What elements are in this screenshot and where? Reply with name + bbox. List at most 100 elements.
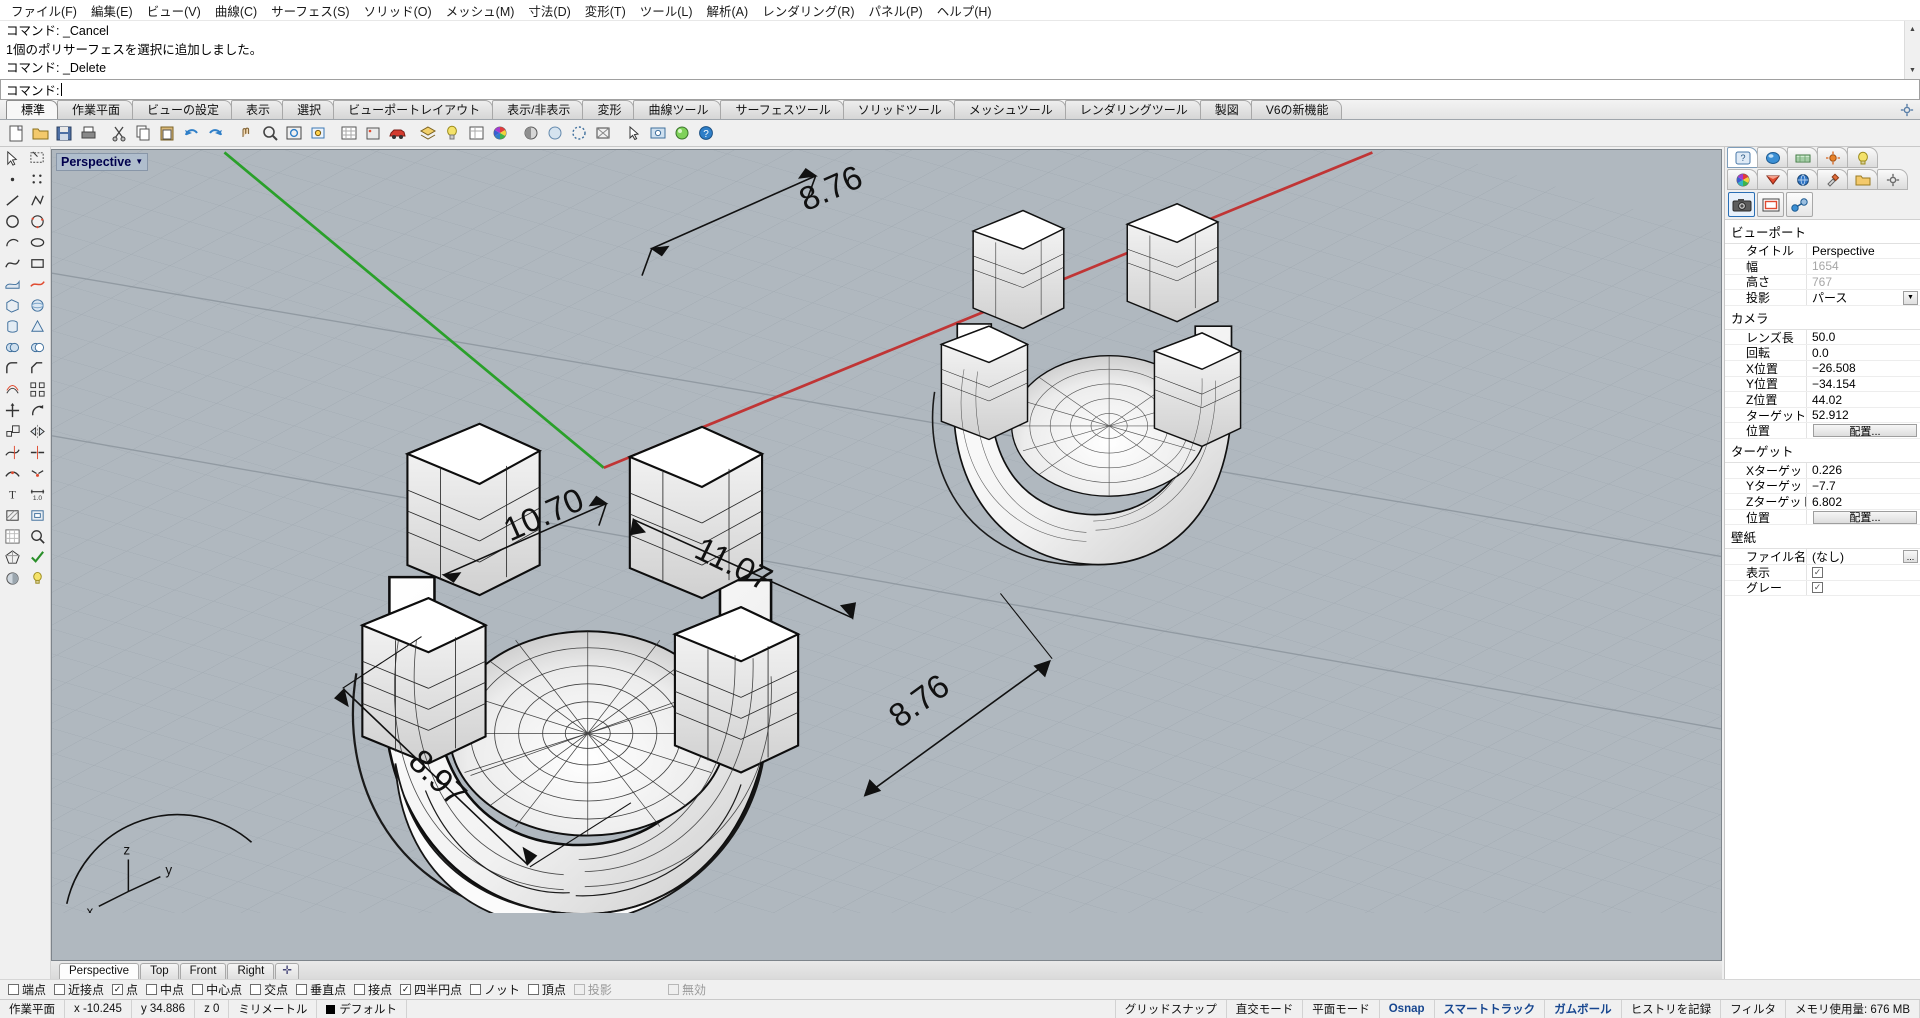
material-panel-icon[interactable] <box>1757 169 1788 190</box>
status-toggle-スマートトラック[interactable]: スマートトラック <box>1435 1000 1546 1018</box>
properties-icon[interactable] <box>464 121 487 144</box>
zoom-selected-icon[interactable] <box>306 121 329 144</box>
mirror-icon[interactable] <box>27 422 49 442</box>
move-icon[interactable] <box>2 401 24 421</box>
offset-icon[interactable] <box>2 380 24 400</box>
view-mode-button[interactable] <box>1757 192 1784 217</box>
status-units[interactable]: ミリメートル <box>229 1000 318 1018</box>
property-value[interactable]: 0.0 <box>1807 345 1920 360</box>
property-value[interactable]: (なし)... <box>1807 549 1920 564</box>
object-mode-button[interactable] <box>1786 192 1813 217</box>
property-value[interactable]: 44.02 <box>1807 392 1920 407</box>
place-button[interactable]: 配置... <box>1813 424 1917 438</box>
point-icon[interactable] <box>2 170 24 190</box>
wireframe-icon[interactable] <box>591 121 614 144</box>
menu-dimension[interactable]: 寸法(D) <box>521 0 577 22</box>
status-toggle-平面モード[interactable]: 平面モード <box>1303 1000 1380 1018</box>
named-view-icon[interactable] <box>646 121 669 144</box>
viewport-tab-front[interactable]: Front <box>179 963 227 979</box>
toolbar-tab-ソリッドツール[interactable]: ソリッドツール <box>842 99 955 119</box>
light-icon[interactable] <box>440 121 463 144</box>
property-value[interactable]: −7.7 <box>1807 479 1920 494</box>
menu-panels[interactable]: パネル(P) <box>862 0 930 22</box>
array-icon[interactable] <box>27 380 49 400</box>
toolbar-tab-表示/非表示[interactable]: 表示/非表示 <box>492 99 584 119</box>
property-value[interactable]: 配置... <box>1807 510 1920 525</box>
toolbar-tab-作業平面[interactable]: 作業平面 <box>57 99 134 119</box>
scroll-down-icon[interactable]: ▼ <box>1904 62 1920 79</box>
trim-icon[interactable] <box>2 443 24 463</box>
property-value[interactable]: 50.0 <box>1807 330 1920 345</box>
light-bulb-icon[interactable] <box>27 569 49 589</box>
environment-icon[interactable] <box>1787 169 1818 190</box>
car-render-icon[interactable] <box>385 121 408 144</box>
light-panel-icon[interactable] <box>1847 147 1878 168</box>
circle-3pt-icon[interactable] <box>27 212 49 232</box>
osnap-接点[interactable]: 接点 <box>352 981 398 998</box>
osnap-点[interactable]: ✓ 点 <box>110 981 144 998</box>
property-value[interactable]: ✓ <box>1807 581 1920 596</box>
sphere-icon[interactable] <box>27 296 49 316</box>
camera-mode-button[interactable] <box>1728 192 1755 217</box>
toolbar-tab-ビューの設定[interactable]: ビューの設定 <box>132 99 233 119</box>
property-value[interactable]: ✓ <box>1807 565 1920 580</box>
viewport-title[interactable]: Perspective ▼ <box>56 152 149 171</box>
osnap-checkbox[interactable] <box>527 984 539 995</box>
grid-snap-icon[interactable] <box>2 527 24 547</box>
rectangle-icon[interactable] <box>27 254 49 274</box>
status-toggle-ヒストリを記録[interactable]: ヒストリを記録 <box>1622 1000 1722 1018</box>
osnap-checkbox[interactable] <box>54 984 66 995</box>
browse-file-button[interactable]: ... <box>1903 550 1918 564</box>
sun-panel-icon[interactable] <box>1817 147 1848 168</box>
toolbar-tab-V6の新機能[interactable]: V6の新機能 <box>1250 99 1342 119</box>
cut-icon[interactable] <box>107 121 130 144</box>
rotate-icon[interactable] <box>27 401 49 421</box>
toolbar-tab-ビューポートレイアウト[interactable]: ビューポートレイアウト <box>333 99 494 119</box>
toolbar-tab-選択[interactable]: 選択 <box>282 99 335 119</box>
menu-analyze[interactable]: 解析(A) <box>700 0 756 22</box>
gear-icon[interactable] <box>1877 169 1908 190</box>
property-value[interactable]: パース ▼ <box>1807 290 1920 305</box>
osnap-checkbox[interactable] <box>146 984 158 995</box>
arc-icon[interactable] <box>2 233 24 253</box>
ground-plane-icon[interactable] <box>1787 147 1818 168</box>
menu-help[interactable]: ヘルプ(H) <box>930 0 999 22</box>
menu-view[interactable]: ビュー(V) <box>140 0 208 22</box>
status-cplane[interactable]: 作業平面 <box>0 1000 65 1018</box>
folder-icon[interactable] <box>1847 169 1878 190</box>
property-checkbox[interactable]: ✓ <box>1812 582 1823 594</box>
shade-icon[interactable] <box>519 121 542 144</box>
toolbar-tab-標準[interactable]: 標準 <box>6 99 59 119</box>
save-icon[interactable] <box>52 121 75 144</box>
status-layer[interactable]: デフォルト <box>317 1000 407 1018</box>
osnap-四半円点[interactable]: ✓ 四半円点 <box>398 981 468 998</box>
osnap-近接点[interactable]: 近接点 <box>52 981 110 998</box>
redo-icon[interactable] <box>203 121 226 144</box>
status-toggle-グリッドスナップ[interactable]: グリッドスナップ <box>1116 1000 1227 1018</box>
command-history-scrollbar[interactable]: ▲ ▼ <box>1904 21 1920 79</box>
viewport-tab-top[interactable]: Top <box>140 963 179 979</box>
texture-paint-icon[interactable] <box>1817 169 1848 190</box>
property-value[interactable]: 0.226 <box>1807 463 1920 478</box>
zoom-extents-icon[interactable] <box>282 121 305 144</box>
status-coord-x[interactable]: x -10.245 <box>65 1000 132 1018</box>
menu-mesh[interactable]: メッシュ(M) <box>439 0 522 22</box>
hatch-icon[interactable] <box>2 506 24 526</box>
perspective-viewport[interactable]: Perspective ▼ 8.76 10.70 11.07 8.97 8.76… <box>51 148 1722 961</box>
property-value[interactable]: Perspective <box>1807 244 1920 259</box>
osnap-垂直点[interactable]: 垂直点 <box>294 981 352 998</box>
osnap-checkbox[interactable] <box>250 984 262 995</box>
curve-icon[interactable] <box>2 254 24 274</box>
place-button[interactable]: 配置... <box>1813 510 1917 524</box>
status-toggle-直交モード[interactable]: 直交モード <box>1227 1000 1304 1018</box>
menu-edit[interactable]: 編集(E) <box>84 0 140 22</box>
toolbar-tab-メッシュツール[interactable]: メッシュツール <box>953 99 1066 119</box>
status-coord-z[interactable]: z 0 <box>195 1000 230 1018</box>
osnap-中心点[interactable]: 中心点 <box>190 981 248 998</box>
toolbar-tab-サーフェスツール[interactable]: サーフェスツール <box>720 99 844 119</box>
copy-icon[interactable] <box>131 121 154 144</box>
scale-icon[interactable] <box>2 422 24 442</box>
dimension-icon[interactable]: 1.0 <box>27 485 49 505</box>
snap-icon[interactable] <box>361 121 384 144</box>
status-toggle-ガムボール[interactable]: ガムボール <box>1545 1000 1622 1018</box>
